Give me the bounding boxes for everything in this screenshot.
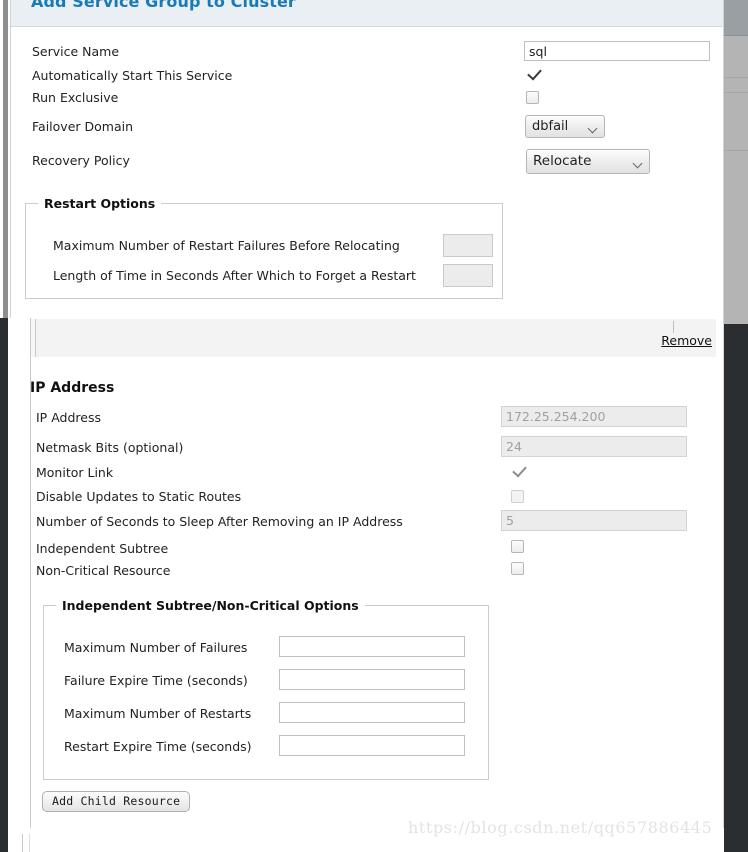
- restart-options-fieldset: Restart Options Maximum Number of Restar…: [25, 196, 503, 299]
- scrollbar-divider-3: [724, 150, 748, 151]
- label-ip-address: IP Address: [36, 410, 101, 425]
- label-run-exclusive: Run Exclusive: [32, 90, 119, 105]
- max-restart-failures-input[interactable]: [443, 234, 493, 257]
- resource-header-bar: Remove: [31, 319, 716, 357]
- recovery-policy-value: Relocate: [533, 153, 592, 169]
- run-exclusive-checkbox[interactable]: [526, 91, 539, 104]
- disable-static-routes-checkbox[interactable]: [511, 490, 524, 503]
- row-ip-address: IP Address: [8, 406, 724, 428]
- netmask-bits-input[interactable]: [501, 436, 687, 457]
- label-max-restart-failures: Maximum Number of Restart Failures Befor…: [53, 238, 400, 253]
- left-rail-lower: [0, 318, 8, 852]
- restart-forget-time-input[interactable]: [443, 264, 493, 287]
- resource-section-title: IP Address: [30, 380, 115, 396]
- add-service-group-panel: Add Service Group to Cluster Service Nam…: [10, 0, 724, 318]
- bottom-strip: [8, 828, 724, 852]
- failover-domain-select[interactable]: dbfail: [525, 115, 605, 138]
- restart-expire-time-input[interactable]: [279, 735, 465, 756]
- row-sleep-seconds: Number of Seconds to Sleep After Removin…: [8, 510, 724, 532]
- row-service-name: Service Name: [11, 41, 723, 63]
- resource-header-tick: [673, 321, 674, 333]
- row-failover-domain: Failover Domain dbfail: [11, 115, 723, 140]
- panel-header: Add Service Group to Cluster: [11, 0, 723, 27]
- label-non-critical-resource: Non-Critical Resource: [36, 563, 171, 578]
- row-disable-static-routes: Disable Updates to Static Routes: [8, 486, 724, 508]
- chevron-down-icon: [632, 158, 643, 169]
- label-failure-expire-time: Failure Expire Time (seconds): [64, 673, 248, 688]
- service-name-input[interactable]: [524, 41, 710, 61]
- monitor-link-checkbox[interactable]: [511, 466, 524, 479]
- independent-subtree-checkbox[interactable]: [511, 540, 524, 553]
- bottom-strip-guide-2: [29, 834, 30, 852]
- label-monitor-link: Monitor Link: [36, 465, 114, 480]
- chevron-down-icon: [587, 123, 598, 134]
- vertical-scrollbar-thumb[interactable]: [724, 0, 748, 36]
- failure-expire-time-input[interactable]: [279, 669, 465, 690]
- max-failures-input[interactable]: [279, 636, 465, 657]
- label-auto-start: Automatically Start This Service: [32, 68, 233, 83]
- max-restarts-input[interactable]: [279, 702, 465, 723]
- row-recovery-policy: Recovery Policy Relocate: [11, 149, 723, 174]
- app-root: Add Service Group to Cluster Service Nam…: [0, 0, 748, 852]
- ip-address-input[interactable]: [501, 406, 687, 427]
- row-run-exclusive: Run Exclusive: [11, 90, 723, 112]
- row-monitor-link: Monitor Link: [8, 462, 724, 484]
- non-critical-resource-checkbox[interactable]: [511, 562, 524, 575]
- page-title: Add Service Group to Cluster: [31, 0, 296, 11]
- label-max-failures: Maximum Number of Failures: [64, 640, 248, 655]
- scrollbar-divider-1: [724, 77, 748, 78]
- label-sleep-seconds: Number of Seconds to Sleep After Removin…: [36, 514, 403, 529]
- resource-tree-panel: Remove IP Address IP Address Netmask Bit…: [8, 318, 724, 852]
- subtree-options-fieldset: Independent Subtree/Non-Critical Options…: [43, 598, 489, 780]
- label-disable-static-routes: Disable Updates to Static Routes: [36, 489, 242, 504]
- subtree-options-legend: Independent Subtree/Non-Critical Options: [56, 598, 365, 613]
- row-auto-start: Automatically Start This Service: [11, 68, 723, 90]
- bottom-strip-guide-1: [22, 834, 23, 852]
- right-chrome-lower: [724, 324, 748, 852]
- label-independent-subtree: Independent Subtree: [36, 541, 169, 556]
- sleep-seconds-input[interactable]: [501, 510, 687, 531]
- label-recovery-policy: Recovery Policy: [32, 153, 130, 168]
- label-restart-forget-time: Length of Time in Seconds After Which to…: [53, 268, 416, 283]
- add-child-resource-button[interactable]: Add Child Resource: [42, 791, 191, 812]
- auto-start-checkbox[interactable]: [526, 69, 539, 82]
- vertical-scrollbar-track[interactable]: [724, 0, 748, 324]
- remove-resource-link[interactable]: Remove: [661, 333, 712, 348]
- label-max-restarts: Maximum Number of Restarts: [64, 706, 252, 721]
- scrollbar-divider-2: [724, 92, 748, 93]
- label-service-name: Service Name: [32, 44, 120, 59]
- resource-indent-guide: [31, 319, 36, 357]
- row-netmask-bits: Netmask Bits (optional): [8, 436, 724, 458]
- restart-options-legend: Restart Options: [38, 196, 162, 211]
- label-failover-domain: Failover Domain: [32, 119, 134, 134]
- label-restart-expire-time: Restart Expire Time (seconds): [64, 739, 252, 754]
- row-independent-subtree: Independent Subtree: [8, 538, 724, 560]
- row-non-critical-resource: Non-Critical Resource: [8, 560, 724, 582]
- left-rail-upper: [3, 0, 8, 318]
- label-netmask-bits: Netmask Bits (optional): [36, 440, 184, 455]
- recovery-policy-select[interactable]: Relocate: [526, 149, 650, 174]
- failover-domain-value: dbfail: [532, 119, 569, 134]
